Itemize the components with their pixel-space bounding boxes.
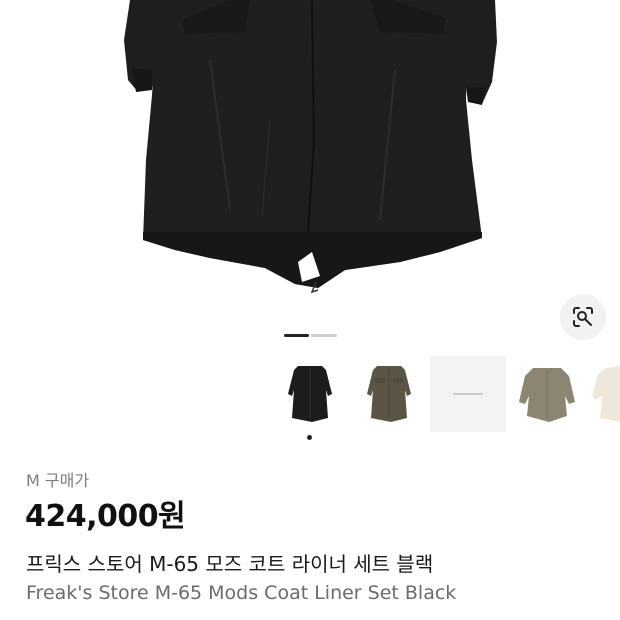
lens-search-button[interactable] [560, 294, 606, 340]
thumbnail-khaki-coat[interactable] [509, 356, 585, 432]
product-title-korean: 프릭스 스토어 M-65 모즈 코트 라이너 세트 블랙 [26, 552, 434, 576]
thumbnail-brand-placeholder[interactable] [430, 356, 506, 432]
lens-search-icon [573, 307, 593, 327]
thumbnail-cream-coat[interactable] [588, 356, 620, 432]
selected-thumbnail-dot [307, 435, 312, 440]
thumbnail-olive-coat[interactable] [351, 356, 427, 432]
slide-indicator-track [311, 334, 337, 337]
thumbnail-black-coat[interactable] [272, 356, 348, 432]
size-price-label: M 구매가 [26, 471, 90, 490]
product-price: 424,000원 [25, 499, 186, 534]
product-title-english: Freak's Store M-65 Mods Coat Liner Set B… [26, 582, 457, 604]
slide-indicator-active [284, 334, 309, 337]
product-hero-image[interactable] [0, 0, 620, 330]
